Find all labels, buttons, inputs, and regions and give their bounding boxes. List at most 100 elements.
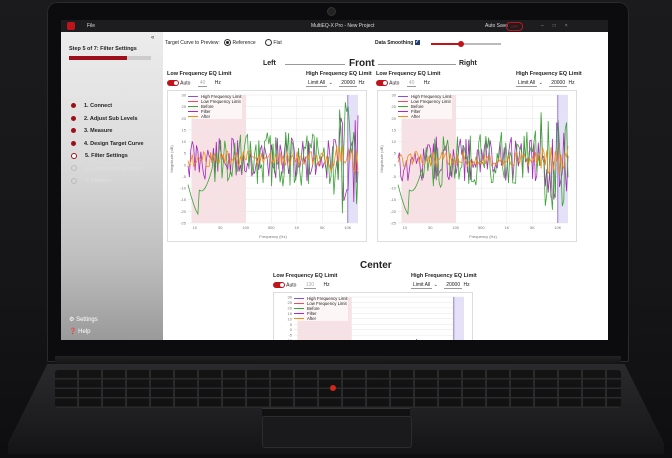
legend-swatch bbox=[188, 96, 198, 98]
y-tick-label: 15 bbox=[182, 127, 187, 132]
window-controls[interactable]: –□× bbox=[541, 23, 577, 29]
center-hf-input[interactable]: 20000 bbox=[444, 282, 463, 289]
settings-link[interactable]: ⚙ Settings bbox=[69, 316, 98, 323]
gear-icon: ⚙ bbox=[69, 317, 75, 323]
screen: File MultiEQ-X Pro - New Project Auto Sa… bbox=[61, 20, 608, 340]
y-tick-label: 15 bbox=[392, 127, 397, 132]
y-tick-label: 20 bbox=[392, 116, 397, 121]
center-auto-label: Auto bbox=[286, 282, 297, 289]
step-label: 1. Connect bbox=[84, 103, 113, 109]
flat-radio[interactable] bbox=[265, 39, 272, 46]
legend-swatch bbox=[188, 106, 198, 108]
legend-swatch bbox=[188, 116, 198, 118]
legend-swatch bbox=[294, 318, 304, 320]
y-tick-label: -10 bbox=[390, 186, 397, 191]
y-tick-label: 5 bbox=[290, 322, 293, 327]
step-item[interactable]: 3. Measure bbox=[71, 127, 112, 135]
legend-item: After bbox=[188, 114, 242, 119]
legend-swatch bbox=[398, 116, 408, 118]
legend-label: After bbox=[201, 114, 211, 119]
step-item: 6. Calibration Settings bbox=[71, 165, 143, 173]
right-hf-unit: Hz bbox=[568, 80, 575, 86]
y-tick-label: 20 bbox=[288, 305, 293, 310]
reference-label: Reference bbox=[232, 39, 256, 46]
app-logo-icon bbox=[67, 22, 75, 30]
center-lf-label: Low Frequency EQ Limit bbox=[273, 273, 338, 279]
auto-save-toggle[interactable]: OFF bbox=[506, 22, 523, 31]
center-hf-unit: Hz bbox=[463, 282, 470, 288]
y-axis-label: Magnitude (dB) bbox=[379, 145, 384, 173]
y-tick-label: 25 bbox=[392, 104, 397, 109]
right-hf-controls: Limit All ⌄ 20000 Hz bbox=[516, 80, 575, 87]
smoothing-slider-knob[interactable] bbox=[458, 41, 464, 47]
step-status-icon bbox=[71, 152, 77, 159]
legend-item: After bbox=[294, 316, 348, 321]
chevron-down-icon[interactable]: ⌄ bbox=[539, 80, 543, 86]
right-lf-controls: Auto 40 Hz bbox=[376, 80, 430, 88]
sidebar: « Step 5 of 7: Filter Settings 1. Connec… bbox=[61, 32, 163, 340]
step-item[interactable]: 4. Design Target Curve bbox=[71, 140, 144, 148]
center-lf-controls: Auto 130 Hz bbox=[273, 282, 330, 290]
center-hf-label: High Frequency EQ Limit bbox=[411, 273, 477, 279]
x-tick-label: 10K bbox=[554, 225, 561, 230]
smoothing-checkbox[interactable]: ✓ bbox=[414, 40, 420, 46]
front-divider-right bbox=[378, 64, 456, 65]
settings-label: Settings bbox=[76, 317, 98, 323]
legend-swatch bbox=[294, 298, 304, 300]
step-label: 3. Measure bbox=[84, 128, 113, 134]
left-auto-label: Auto bbox=[180, 80, 191, 87]
left-response-chart[interactable]: 30 25 20 15 10 5 0 -5 -10 -15 -20 -25 10 50 100 500 1K 5K… bbox=[167, 90, 367, 242]
front-divider-left bbox=[285, 64, 345, 65]
legend-swatch bbox=[188, 101, 198, 103]
center-limit-all-select[interactable]: Limit All bbox=[411, 282, 433, 289]
right-auto-toggle[interactable] bbox=[376, 80, 388, 86]
legend-swatch bbox=[398, 96, 408, 98]
trackpoint bbox=[330, 385, 336, 391]
center-hf-controls: Limit All ⌄ 20000 Hz bbox=[411, 282, 470, 289]
main-panel: Target Curve to Preview: Reference Flat … bbox=[163, 32, 608, 340]
legend-swatch bbox=[398, 106, 408, 108]
right-response-chart[interactable]: 30 25 20 15 10 5 0 -5 -10 -15 -20 -25 10 50 100 500 1K 5K… bbox=[377, 90, 577, 242]
right-lf-label: Low Frequency EQ Limit bbox=[376, 71, 441, 77]
x-tick-label: 100 bbox=[452, 225, 459, 230]
x-tick-label: 10 bbox=[193, 225, 198, 230]
right-hf-input[interactable]: 20000 bbox=[549, 80, 568, 87]
y-tick-label: 20 bbox=[182, 116, 187, 121]
help-icon: ❓ bbox=[69, 329, 77, 335]
right-lf-input[interactable]: 40 bbox=[406, 80, 417, 88]
left-auto-toggle[interactable] bbox=[167, 80, 179, 86]
step-item[interactable]: 5. Filter Settings bbox=[71, 152, 128, 160]
y-tick-label: 10 bbox=[182, 139, 187, 144]
step-item[interactable]: 1. Connect bbox=[71, 102, 112, 110]
center-auto-toggle[interactable] bbox=[273, 282, 285, 288]
chevron-down-icon[interactable]: ⌄ bbox=[329, 80, 333, 86]
center-response-chart[interactable]: 302520151050-5-10-15-20-25High Frequency… bbox=[273, 292, 473, 340]
smoothing-label: Data Smoothing bbox=[375, 40, 414, 46]
help-link[interactable]: ❓ Help bbox=[69, 328, 91, 335]
left-hf-unit: Hz bbox=[358, 80, 365, 86]
collapse-sidebar-icon[interactable]: « bbox=[151, 35, 154, 41]
left-hf-input[interactable]: 20000 bbox=[339, 80, 358, 87]
center-lf-input[interactable]: 130 bbox=[303, 282, 317, 290]
legend-swatch bbox=[398, 101, 408, 103]
chart-legend: High Frequency Limit Low Frequency Limit B… bbox=[188, 94, 242, 119]
y-tick-label: 5 bbox=[394, 151, 397, 156]
chevron-down-icon[interactable]: ⌄ bbox=[434, 282, 438, 288]
left-limit-all-select[interactable]: Limit All bbox=[306, 80, 328, 87]
center-group-title: Center bbox=[360, 260, 392, 271]
step-label: 7. Finalize bbox=[85, 178, 112, 184]
step-item[interactable]: 2. Adjust Sub Levels bbox=[71, 115, 138, 123]
center-lf-unit: Hz bbox=[323, 282, 330, 289]
touchpad bbox=[262, 416, 412, 448]
reference-radio[interactable] bbox=[224, 39, 232, 46]
right-limit-all-select[interactable]: Limit All bbox=[516, 80, 538, 87]
x-tick-label: 1K bbox=[504, 225, 509, 230]
data-smoothing: Data Smoothing ✓ bbox=[375, 40, 420, 46]
window-title: MultiEQ-X Pro - New Project bbox=[311, 23, 375, 29]
left-lf-input[interactable]: 40 bbox=[197, 80, 208, 88]
y-tick-label: -15 bbox=[180, 197, 187, 202]
y-tick-label: 30 bbox=[392, 93, 397, 98]
menu-file[interactable]: File bbox=[87, 23, 95, 29]
x-tick-label: 50 bbox=[218, 225, 223, 230]
smoothing-slider-track[interactable] bbox=[461, 43, 501, 45]
